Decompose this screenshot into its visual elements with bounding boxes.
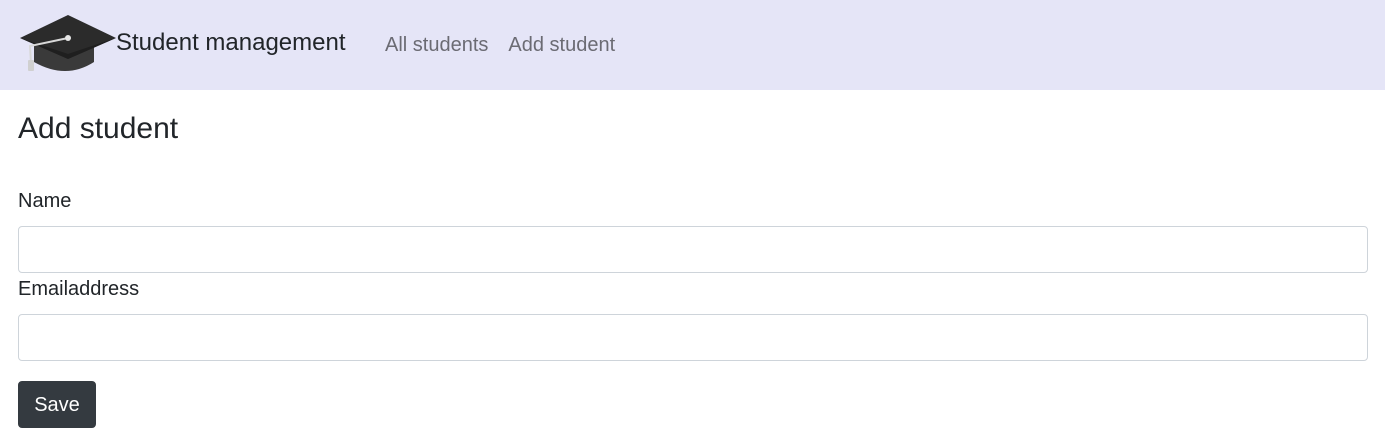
nav-link-add-student[interactable]: Add student	[498, 32, 625, 58]
save-button[interactable]: Save	[18, 381, 96, 428]
name-label: Name	[18, 190, 72, 212]
graduation-cap-icon	[18, 14, 116, 76]
nav-link-all-students[interactable]: All students	[375, 32, 498, 58]
brand-title: Student management	[116, 29, 346, 56]
main-nav: All students Add student	[375, 32, 625, 58]
name-field[interactable]	[18, 226, 1368, 273]
brand-link[interactable]: Student management	[18, 14, 346, 76]
email-field[interactable]	[18, 314, 1368, 361]
top-navbar: Student management All students Add stud…	[0, 0, 1385, 90]
email-label: Emailaddress	[18, 278, 140, 300]
page-title: Add student	[18, 112, 179, 145]
